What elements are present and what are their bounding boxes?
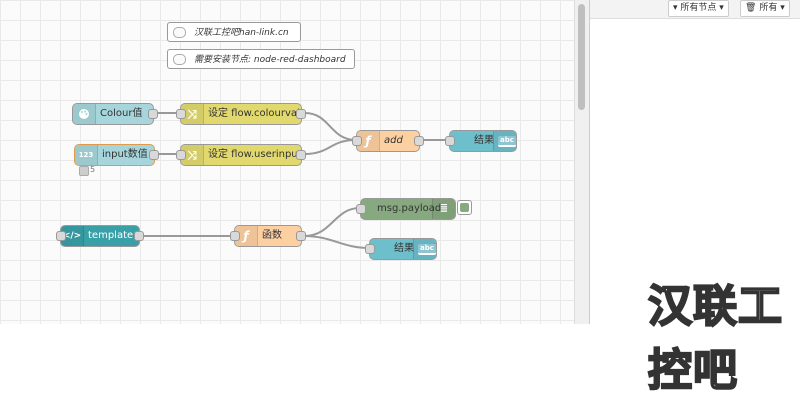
comment-dashboard[interactable]: 需要安装节点: node-red-dashboard: [167, 49, 355, 69]
filter-icon: ▾: [673, 3, 678, 13]
debug-toggle-button[interactable]: [457, 200, 472, 215]
node-label: input数值: [102, 149, 148, 160]
output-port[interactable]: [296, 109, 306, 119]
scrollbar-thumb[interactable]: [578, 4, 585, 110]
input-port[interactable]: [356, 204, 366, 214]
output-port[interactable]: [149, 150, 159, 160]
node-label: Colour值: [100, 108, 143, 119]
node-label: add: [384, 135, 403, 146]
node-result-2[interactable]: 结果 abc: [365, 238, 437, 260]
text-output-icon: abc: [413, 239, 436, 259]
output-port[interactable]: [296, 150, 306, 160]
input-port[interactable]: [445, 136, 455, 146]
status-indicator: [79, 166, 89, 176]
wire-func-payload: [303, 207, 361, 237]
comment-icon: [173, 54, 186, 65]
palette-icon: [73, 104, 96, 124]
flow-canvas[interactable]: 汉联工控吧han-link.cn 需要安装节点: node-red-dashbo…: [0, 0, 574, 324]
node-set-input[interactable]: ⤨ 设定 flow.userinput: [176, 144, 306, 166]
number-icon: 123: [75, 145, 98, 165]
filter-nodes-label: 所有节点: [680, 3, 717, 13]
node-input[interactable]: 123 input数值: [74, 144, 159, 166]
output-port[interactable]: [414, 136, 424, 146]
watermark: 汉联工控吧: [647, 280, 783, 397]
input-port[interactable]: [176, 109, 186, 119]
output-port[interactable]: [148, 109, 158, 119]
node-label: 函数: [262, 230, 282, 241]
node-debug-payload[interactable]: msg.payload ≣: [356, 198, 456, 220]
node-set-colour[interactable]: ⤨ 设定 flow.colourval: [176, 103, 306, 125]
input-port[interactable]: [352, 136, 362, 146]
input-port[interactable]: [230, 231, 240, 241]
wire-func-result: [303, 235, 370, 249]
comment-han-link[interactable]: 汉联工控吧han-link.cn: [167, 22, 301, 42]
chevron-down-icon: ▾: [780, 3, 785, 13]
text-output-icon: abc: [493, 131, 516, 151]
node-add[interactable]: ƒ add: [352, 130, 424, 152]
node-label: template: [88, 230, 134, 241]
filter-all-dropdown[interactable]: 🗑 所有 ▾: [740, 0, 790, 17]
abc-badge: abc: [498, 136, 516, 147]
output-port[interactable]: [134, 231, 144, 241]
node-label: 结果: [394, 243, 414, 254]
comment-text: 汉联工控吧han-link.cn: [194, 28, 289, 38]
debug-list-icon: ≣: [432, 199, 455, 219]
sidebar-toolbar: ▾ 所有节点 ▾ 🗑 所有 ▾: [590, 0, 800, 19]
node-function[interactable]: ƒ 函数: [230, 225, 306, 247]
input-port[interactable]: [56, 231, 66, 241]
trash-icon: 🗑: [745, 3, 757, 13]
node-result-1[interactable]: 结果 abc: [445, 130, 517, 152]
debug-toggle-fill: [460, 203, 469, 212]
comment-icon: [173, 27, 186, 38]
node-label: 设定 flow.userinput: [208, 149, 302, 160]
node-label: 结果: [474, 135, 494, 146]
comment-text: 需要安装节点: node-red-dashboard: [194, 55, 346, 65]
status-text: 5: [90, 165, 96, 174]
canvas-scrollbar[interactable]: [574, 0, 589, 324]
filter-nodes-dropdown[interactable]: ▾ 所有节点 ▾: [668, 0, 729, 17]
node-template[interactable]: </> template: [56, 225, 144, 247]
wire-setcolour-add: [304, 112, 357, 141]
abc-badge: abc: [418, 244, 436, 255]
input-port[interactable]: [365, 244, 375, 254]
filter-all-label: 所有: [759, 3, 778, 13]
node-label: 设定 flow.colourval: [208, 108, 300, 119]
wire-setinput-add: [304, 139, 357, 155]
chevron-down-icon: ▾: [719, 3, 724, 13]
input-port[interactable]: [176, 150, 186, 160]
output-port[interactable]: [296, 231, 306, 241]
node-colour[interactable]: Colour值: [72, 103, 158, 125]
